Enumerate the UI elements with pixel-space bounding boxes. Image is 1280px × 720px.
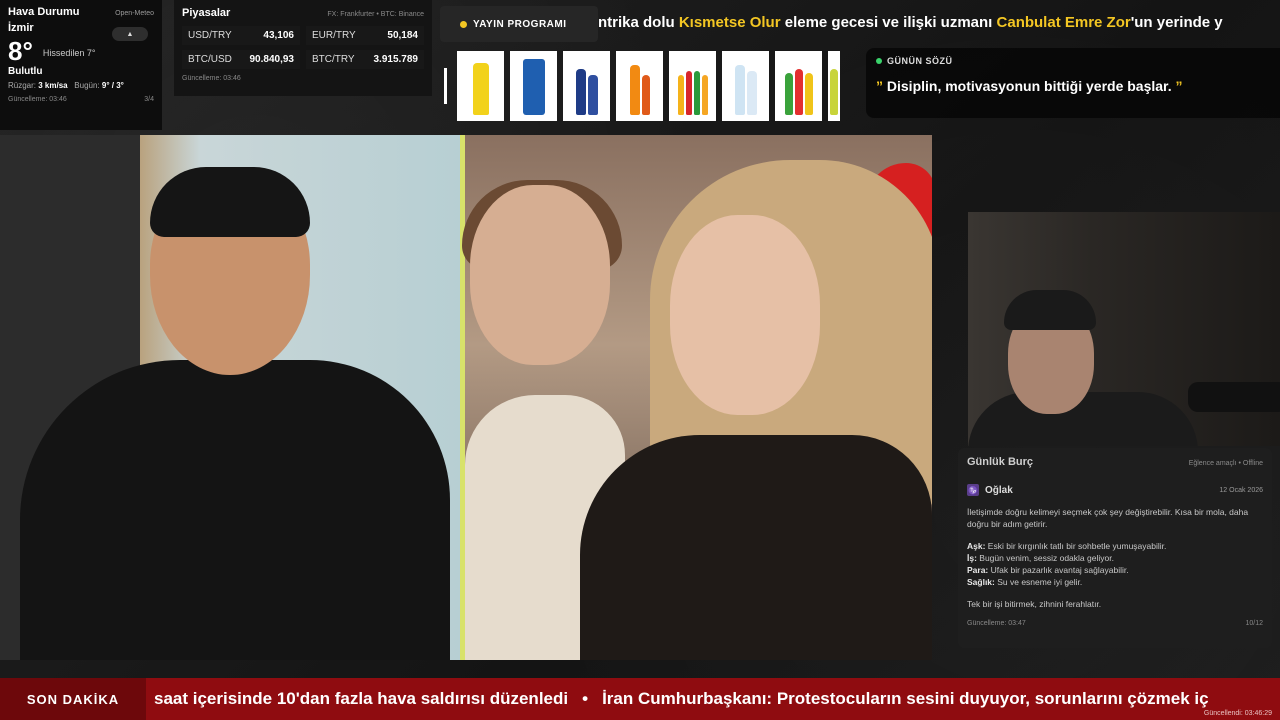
horoscope-page: 10/12 [1245, 620, 1263, 627]
market-key: EUR/TRY [312, 30, 356, 41]
horoscope-title: Günlük Burç [967, 456, 1034, 468]
video-person-woman2-body [580, 435, 932, 660]
market-key: BTC/TRY [312, 54, 355, 65]
streamer-webcam [968, 212, 1280, 446]
market-key: USD/TRY [188, 30, 232, 41]
quote-text: ” Disiplin, motivasyonun bittiği yerde b… [876, 78, 1270, 94]
horoscope-row: Para: Ufak bir pazarlık avantaj sağlayab… [967, 564, 1263, 576]
horoscope-row: Aşk: Eski bir kırgınlık tatlı bir sohbet… [967, 540, 1263, 552]
weather-page: 3/4 [144, 96, 154, 103]
product-image-blue-bottle [563, 51, 610, 121]
quote-label: GÜNÜN SÖZÜ [887, 56, 953, 66]
live-dot-icon [876, 58, 882, 64]
video-person-man-hair [150, 167, 310, 237]
today-label: Bugün: [74, 81, 100, 90]
marquee-text: 'un yerinde y [1130, 14, 1223, 31]
weather-condition: Bulutlu [8, 66, 43, 77]
schedule-label: YAYIN PROGRAMI [473, 18, 567, 30]
schedule-badge: YAYIN PROGRAMI [440, 6, 598, 42]
webcam-person-torso [968, 392, 1198, 446]
video-person-woman1-head [470, 185, 610, 365]
horoscope-tip: Tek bir işi bitirmek, zihnini ferahlatır… [967, 599, 1102, 609]
market-row: USD/TRY 43,106 [182, 26, 300, 45]
webcam-person-hair [1004, 290, 1096, 330]
main-video-feed [0, 135, 932, 660]
horoscope-row-label: Para: [967, 565, 989, 575]
wind-label: Rüzgar: [8, 81, 37, 90]
strip-divider [444, 68, 447, 104]
news-ticker: saat içerisinde 10'dan fazla hava saldır… [154, 678, 1280, 720]
market-value: 50,184 [387, 30, 418, 41]
breaking-news-label: SON DAKİKA [0, 678, 146, 720]
market-row: BTC/USD 90.840,93 [182, 50, 300, 69]
markets-source: FX: Frankfurter • BTC: Binance [327, 11, 424, 18]
horoscope-body: İletişimde doğru kelimeyi seçmek çok şey… [967, 506, 1263, 610]
horoscope-row-label: Sağlık: [967, 577, 995, 587]
quote-of-the-day: GÜNÜN SÖZÜ ” Disiplin, motivasyonun bitt… [866, 48, 1280, 118]
open-quote-mark: ” [876, 78, 883, 94]
marquee-text: ntrika dolu [598, 14, 679, 31]
horoscope-intro: İletişimde doğru kelimeyi seçmek çok şey… [967, 507, 1249, 529]
horoscope-widget: Günlük Burç Eğlence amaçlı • Offline ♑ O… [958, 448, 1272, 648]
product-image-water [722, 51, 769, 121]
horoscope-meta: Eğlence amaçlı • Offline [1188, 460, 1263, 467]
microphone-icon [1188, 382, 1280, 412]
horoscope-row: İş: Bugün venim, sessiz odakla geliyor. [967, 552, 1263, 564]
horoscope-row-label: Aşk: [967, 541, 986, 551]
weather-widget: Hava Durumu Open-Meteo İzmir ▲ 8° Hissed… [0, 0, 162, 130]
news-updated: Güncellendi: 03:46:29 [1203, 710, 1272, 717]
market-value: 3.915.789 [373, 54, 419, 65]
product-image-soda-pack [669, 51, 716, 121]
marquee-text: eleme gecesi ve ilişki uzmanı [780, 14, 997, 31]
close-quote-mark: ” [1175, 78, 1183, 94]
horoscope-row-text: Ufak bir pazarlık avantaj sağlayabilir. [988, 565, 1129, 575]
horoscope-updated: Güncelleme: 03:47 [967, 620, 1026, 627]
product-image-lemonade [457, 51, 504, 121]
weather-toggle-button[interactable]: ▲ [112, 27, 148, 41]
markets-updated: Güncelleme: 03:46 [182, 75, 241, 82]
markets-title: Piyasalar [182, 7, 231, 19]
weather-details: Rüzgar: 3 km/sa Bugün: 9° / 3° [8, 81, 154, 90]
weather-temperature: 8° [8, 36, 33, 66]
markets-widget: Piyasalar FX: Frankfurter • BTC: Binance… [174, 0, 432, 96]
quote-body: Disiplin, motivasyonun bittiği yerde baş… [883, 78, 1176, 94]
market-value: 43,106 [263, 30, 294, 41]
news-item: saat içerisinde 10'dan fazla hava saldır… [154, 689, 569, 708]
market-row: BTC/TRY 3.915.789 [306, 50, 424, 69]
today-value: 9° / 3° [101, 81, 124, 90]
sponsor-products-strip [444, 48, 856, 124]
news-item: İran Cumhurbaşkanı: Protestocuların sesi… [602, 689, 1209, 708]
horoscope-sign: Oğlak [985, 484, 1013, 496]
weather-source: Open-Meteo [115, 10, 154, 17]
wind-value: 3 km/sa [38, 81, 68, 90]
horoscope-row-text: Bugün venim, sessiz odakla geliyor. [976, 553, 1114, 563]
market-key: BTC/USD [188, 54, 232, 65]
horoscope-row-label: İş: [967, 553, 977, 563]
video-person-woman2-head [670, 215, 820, 415]
marquee-show-name: Kısmetse Olur [678, 14, 781, 31]
market-value: 90.840,93 [249, 54, 295, 65]
breaking-news-bar: SON DAKİKA saat içerisinde 10'dan fazla … [0, 678, 1280, 720]
weather-title: Hava Durumu [8, 6, 80, 18]
status-dot-icon [460, 20, 467, 28]
capricorn-icon: ♑ [967, 484, 979, 496]
horoscope-row-text: Eski bir kırgınlık tatlı bir sohbetle yu… [985, 541, 1167, 551]
product-image-orange-bottle [616, 51, 663, 121]
product-image-partial [828, 51, 840, 121]
weather-updated: Güncelleme: 03:46 [8, 96, 67, 103]
horoscope-row: Sağlık: Su ve esneme iyi gelir. [967, 576, 1263, 588]
video-person-man-body [20, 360, 450, 660]
horoscope-row-text: Su ve esneme iyi gelir. [994, 577, 1083, 587]
schedule-marquee: ntrika dolu Kısmetse Olur eleme gecesi v… [598, 10, 1280, 36]
chevron-up-icon: ▲ [126, 30, 134, 38]
weather-feels-like: Hissedilen 7° [42, 48, 96, 58]
marquee-person-name: Canbulat Emre Zor [996, 14, 1131, 31]
market-row: EUR/TRY 50,184 [306, 26, 424, 45]
news-separator: • [582, 689, 589, 708]
product-image-can [510, 51, 557, 121]
product-image-green-pack [775, 51, 822, 121]
horoscope-date: 12 Ocak 2026 [1219, 486, 1263, 494]
